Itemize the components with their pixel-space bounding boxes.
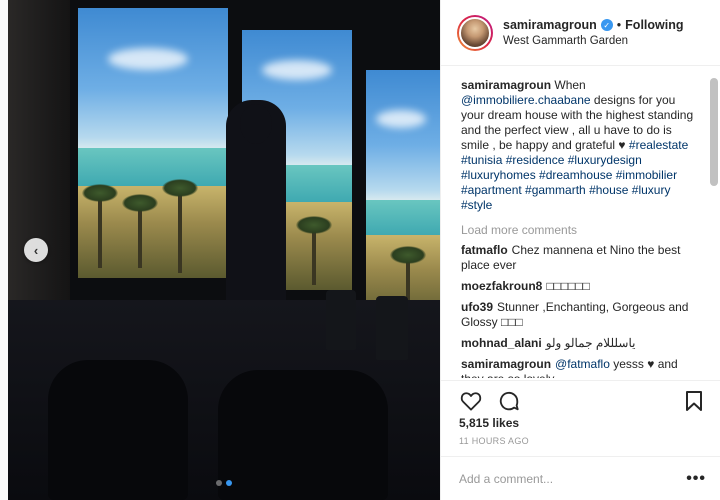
comment-text: ياسلللام جمالو ولو <box>545 336 636 350</box>
carousel-dot-active <box>226 480 232 486</box>
following-button[interactable]: Following <box>625 18 683 32</box>
bookmark-icon[interactable] <box>682 389 706 413</box>
caption-username[interactable]: samiramagroun <box>461 78 551 92</box>
comment-username[interactable]: fatmaflo <box>461 243 508 257</box>
comments-scrollbar[interactable] <box>710 70 718 376</box>
comment-icon[interactable] <box>497 389 521 413</box>
post-photo[interactable]: ‹ <box>8 0 440 500</box>
action-bar <box>441 380 720 414</box>
comments-list[interactable]: samiramagroun When @immobiliere.chaabane… <box>441 72 720 378</box>
chair <box>48 360 188 500</box>
list-item: ufo39 Stunner ,Enchanting, Gorgeous and G… <box>461 300 698 330</box>
load-more-comments-button[interactable]: Load more comments <box>461 223 698 237</box>
post-header: samiramagroun ✓ • Following West Gammart… <box>441 0 720 66</box>
carousel-indicator <box>8 480 440 486</box>
comment-text: □□□□□□ <box>546 279 590 293</box>
comment-input[interactable] <box>459 471 687 486</box>
carousel-dot <box>216 480 222 486</box>
mention-link[interactable]: @fatmaflo <box>555 357 610 371</box>
list-item: samiramagroun@fatmaflo yesss ♥ and they … <box>461 357 698 378</box>
comment-username[interactable]: samiramagroun <box>461 357 551 371</box>
add-comment-bar: ••• <box>441 456 720 500</box>
verified-badge-icon: ✓ <box>600 19 613 31</box>
heart-icon[interactable] <box>459 389 483 413</box>
more-options-icon[interactable]: ••• <box>686 470 706 488</box>
comment-username[interactable]: mohnad_alani <box>461 336 542 350</box>
avatar[interactable] <box>457 14 493 51</box>
post-timestamp: 11 HOURS AGO <box>459 436 529 446</box>
comment-username[interactable]: ufo39 <box>461 300 493 314</box>
chevron-left-icon: ‹ <box>33 242 39 258</box>
list-item: mohnad_alani ياسلللام جمالو ولو <box>461 336 698 351</box>
carousel-prev-button[interactable]: ‹ <box>24 238 48 262</box>
separator: • <box>616 18 622 32</box>
caption: samiramagroun When @immobiliere.chaabane… <box>461 78 694 212</box>
header-username[interactable]: samiramagroun <box>503 18 597 32</box>
list-item: moezfakroun8 □□□□□□ <box>461 279 698 294</box>
likes-count[interactable]: 5,815 likes <box>459 416 519 430</box>
post-sidebar: samiramagroun ✓ • Following West Gammart… <box>440 0 720 500</box>
list-item: fatmaflo Chez mannena et Nino the best pl… <box>461 243 698 273</box>
location-link[interactable]: West Gammarth Garden <box>503 35 684 47</box>
comment-text: Stunner ,Enchanting, Gorgeous and Glossy… <box>461 300 689 329</box>
mention-link[interactable]: @immobiliere.chaabane <box>461 93 591 107</box>
comment-username[interactable]: moezfakroun8 <box>461 279 542 293</box>
